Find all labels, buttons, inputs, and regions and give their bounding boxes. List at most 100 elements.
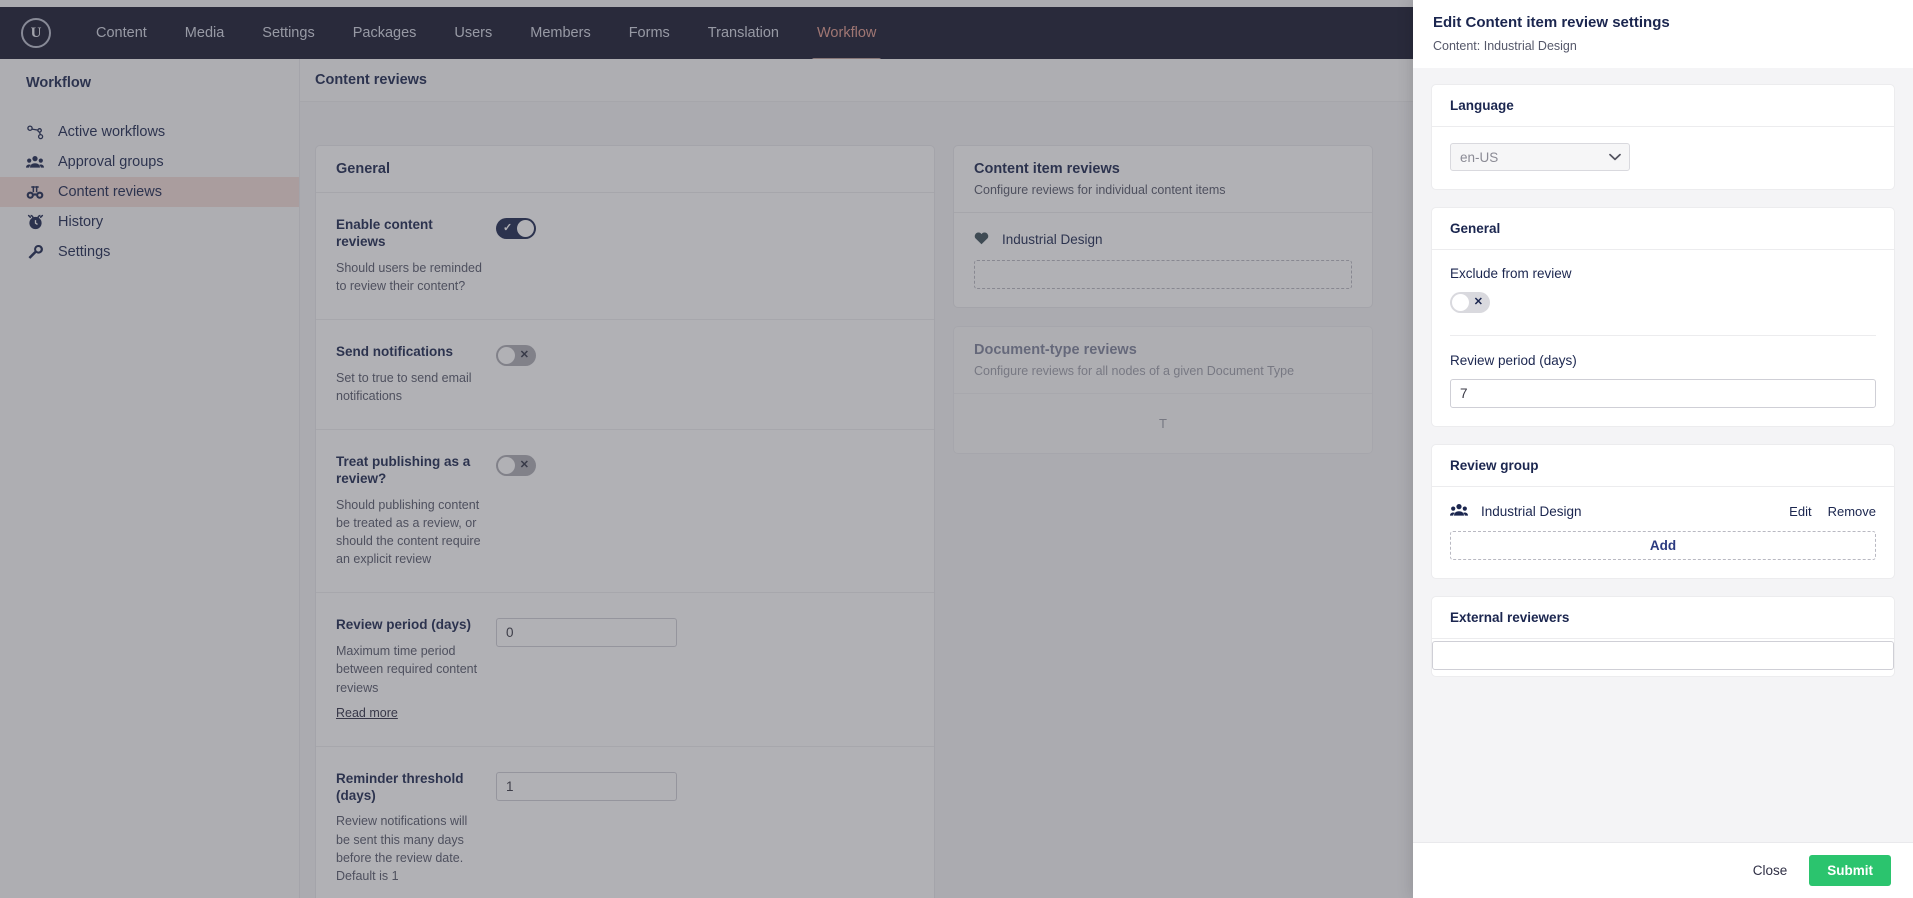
content-item-label: Industrial Design: [1002, 232, 1103, 247]
document-type-reviews-title: Document-type reviews: [974, 342, 1137, 358]
nav-item-forms[interactable]: Forms: [610, 7, 689, 59]
sidebar-item-settings[interactable]: Settings: [0, 237, 299, 267]
document-type-reviews-header: Document-type reviews Configure reviews …: [954, 327, 1372, 394]
read-more-link[interactable]: Read more: [336, 706, 398, 720]
setting-label: Send notifications: [336, 344, 454, 359]
setting-control: ✕: [496, 344, 536, 405]
sidebar-item-active-workflows[interactable]: Active workflows: [0, 117, 299, 147]
setting-row-enable-content-reviews: Enable content reviews Should users be r…: [316, 193, 934, 320]
review-group-item: Industrial Design: [1450, 503, 1582, 520]
toggle-knob: [498, 347, 515, 364]
remove-review-group-button[interactable]: Remove: [1828, 504, 1876, 519]
exclude-from-review-toggle[interactable]: ✕: [1450, 292, 1490, 313]
sidebar-item-approval-groups[interactable]: Approval groups: [0, 147, 299, 177]
reviews-column: Content item reviews Configure reviews f…: [953, 145, 1373, 898]
nav-item-packages[interactable]: Packages: [334, 7, 436, 59]
umbraco-logo-icon[interactable]: U: [21, 18, 51, 48]
setting-label-block: Reminder threshold (days) Review notific…: [336, 771, 496, 885]
main-header: Content reviews: [300, 59, 1413, 102]
add-review-group-button[interactable]: Add: [1450, 531, 1876, 560]
nav-item-workflow[interactable]: Workflow: [798, 7, 895, 67]
setting-row-treat-publishing-as-review: Treat publishing as a review? Should pub…: [316, 430, 934, 594]
setting-label: Reminder threshold (days): [336, 770, 464, 803]
document-type-reviews-description: Configure reviews for all nodes of a giv…: [974, 364, 1295, 378]
nav-item-translation[interactable]: Translation: [689, 7, 798, 59]
drawer-general-heading: General: [1450, 221, 1501, 236]
content-item-add-placeholder[interactable]: [974, 260, 1352, 289]
language-select-wrapper: en-US: [1450, 143, 1630, 171]
nav-item-content[interactable]: Content: [77, 7, 166, 59]
sidebar-item-label: History: [58, 214, 104, 230]
top-navigation: U Content Media Settings Packages Users …: [0, 7, 1413, 67]
edit-review-group-button[interactable]: Edit: [1789, 504, 1811, 519]
drawer-header: Edit Content item review settings Conten…: [1413, 0, 1913, 68]
nav-item-users[interactable]: Users: [435, 7, 511, 59]
top-nav-items: Content Media Settings Packages Users Me…: [77, 7, 895, 67]
drawer-body: Language en-US General Exclude from revi…: [1413, 68, 1913, 842]
reminder-threshold-input[interactable]: [496, 771, 677, 801]
page-title: Content reviews: [315, 72, 427, 88]
document-type-reviews-body: T: [1159, 416, 1167, 431]
general-card: General Enable content reviews Should us…: [315, 145, 935, 898]
review-group-body: Industrial Design Edit Remove Add: [1432, 487, 1894, 578]
setting-label: Treat publishing as a review?: [336, 454, 471, 486]
setting-description: Set to true to send email notifications: [336, 370, 472, 403]
toggle-knob: [1452, 294, 1469, 311]
setting-row-send-notifications: Send notifications Set to true to send e…: [316, 320, 934, 431]
setting-label: Enable content reviews: [336, 217, 433, 249]
language-heading: Language: [1450, 98, 1514, 113]
nav-item-members[interactable]: Members: [511, 7, 609, 59]
sidebar-item-label: Approval groups: [58, 154, 164, 170]
setting-label-block: Enable content reviews Should users be r…: [336, 217, 496, 295]
divider: [1450, 335, 1876, 336]
content-item-reviews-description: Configure reviews for individual content…: [974, 183, 1226, 197]
edit-review-settings-drawer: Edit Content item review settings Conten…: [1413, 0, 1913, 898]
general-column: General Enable content reviews Should us…: [315, 145, 935, 898]
left-sidebar: Workflow Active workflows Approval group…: [0, 59, 300, 898]
toggle-check-icon: ✓: [503, 222, 513, 234]
nav-item-settings[interactable]: Settings: [243, 7, 333, 59]
language-select-value: en-US: [1460, 149, 1499, 165]
sidebar-item-label: Content reviews: [58, 184, 162, 200]
toggle-knob: [517, 220, 534, 237]
drawer-review-period-input[interactable]: [1450, 379, 1876, 408]
submit-button[interactable]: Submit: [1809, 855, 1891, 886]
treat-publishing-as-review-toggle[interactable]: ✕: [496, 455, 536, 477]
external-reviewers-input[interactable]: [1432, 641, 1894, 670]
review-group-row: Industrial Design Edit Remove: [1450, 503, 1876, 520]
people-group-icon: [1450, 503, 1468, 520]
people-group-icon: [26, 155, 44, 169]
external-reviewers-header: External reviewers: [1432, 597, 1894, 639]
setting-row-review-period: Review period (days) Maximum time period…: [316, 593, 934, 747]
content-item-row[interactable]: Industrial Design: [974, 231, 1352, 248]
drawer-footer: Close Submit: [1413, 842, 1913, 898]
sidebar-item-history[interactable]: History: [0, 207, 299, 237]
content-item-reviews-card: Content item reviews Configure reviews f…: [953, 145, 1373, 308]
setting-description: Should publishing content be treated as …: [336, 497, 481, 567]
content-item-reviews-header: Content item reviews Configure reviews f…: [954, 146, 1372, 213]
setting-label: Review period (days): [336, 617, 472, 633]
language-select[interactable]: en-US: [1450, 143, 1630, 171]
nav-item-media[interactable]: Media: [166, 7, 244, 59]
close-button[interactable]: Close: [1749, 857, 1792, 884]
enable-content-reviews-toggle[interactable]: ✓: [496, 218, 536, 239]
content-item-reviews-title: Content item reviews: [974, 161, 1120, 177]
external-reviewers-card: External reviewers: [1431, 596, 1895, 677]
setting-description: Review notifications will be sent this m…: [336, 814, 468, 883]
main-content: Content reviews General Enable content r…: [300, 59, 1413, 898]
general-card-header: General: [316, 146, 934, 193]
sidebar-item-content-reviews[interactable]: Content reviews: [0, 177, 299, 207]
setting-label-block: Send notifications Set to true to send e…: [336, 344, 496, 405]
drawer-general-card: General Exclude from review ✕ Review per…: [1431, 207, 1895, 427]
workflow-nodes-icon: [26, 124, 44, 140]
content-item-reviews-body: Industrial Design: [954, 213, 1372, 307]
setting-control: [496, 617, 677, 721]
review-group-item-label: Industrial Design: [1481, 504, 1582, 519]
review-period-input[interactable]: [496, 618, 677, 648]
setting-control: [496, 771, 677, 885]
wrench-icon: [26, 244, 44, 260]
main-body: General Enable content reviews Should us…: [300, 102, 1413, 898]
review-group-card: Review group Industrial Design Edit Remo…: [1431, 444, 1895, 579]
review-group-header: Review group: [1432, 445, 1894, 487]
send-notifications-toggle[interactable]: ✕: [496, 345, 536, 366]
